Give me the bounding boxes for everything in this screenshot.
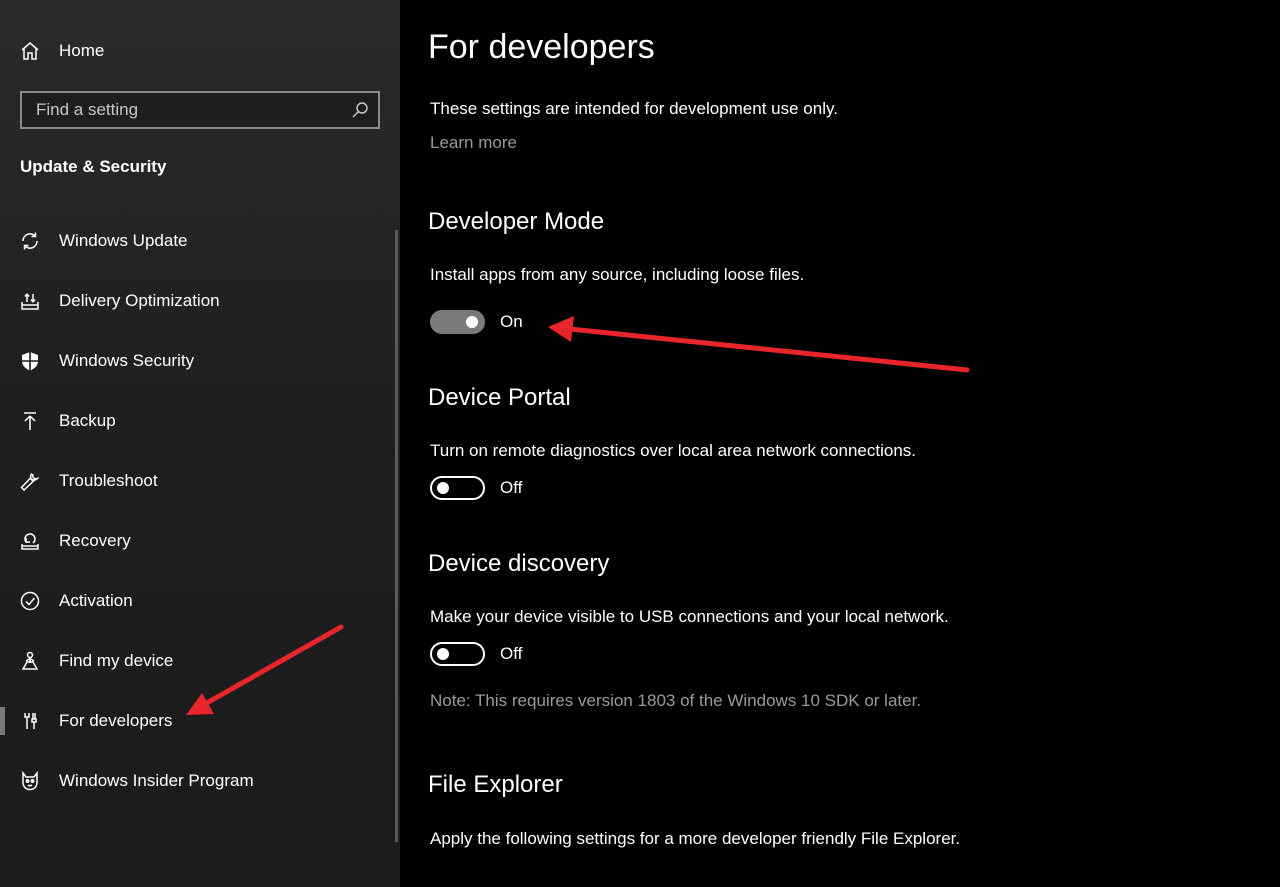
home-icon bbox=[19, 40, 41, 62]
device-portal-description: Turn on remote diagnostics over local ar… bbox=[430, 441, 917, 460]
recovery-icon bbox=[19, 530, 41, 552]
sidebar-item-label: Windows Update bbox=[59, 231, 188, 250]
sidebar-item-activation[interactable]: Activation bbox=[0, 576, 390, 626]
device-discovery-note: Note: This requires version 1803 of the … bbox=[430, 691, 922, 710]
device-discovery-toggle[interactable] bbox=[430, 642, 485, 666]
page-title: For developers bbox=[428, 28, 655, 66]
delivery-optimization-icon bbox=[19, 290, 41, 312]
insider-cat-icon bbox=[19, 770, 41, 792]
sidebar-item-label: Windows Insider Program bbox=[59, 771, 254, 790]
person-location-icon bbox=[19, 650, 41, 672]
toggle-knob bbox=[466, 316, 478, 328]
sidebar-item-windows-security[interactable]: Windows Security bbox=[0, 336, 390, 386]
sidebar-item-label: Windows Security bbox=[59, 351, 195, 370]
section-title: Update & Security bbox=[20, 157, 167, 176]
sync-icon bbox=[19, 230, 41, 252]
sidebar-item-for-developers[interactable]: For developers bbox=[0, 696, 390, 746]
sidebar-item-label: Find my device bbox=[59, 651, 174, 670]
backup-arrow-icon bbox=[19, 410, 41, 432]
device-discovery-heading: Device discovery bbox=[428, 550, 610, 577]
developer-tools-icon bbox=[19, 710, 41, 732]
developer-mode-heading: Developer Mode bbox=[428, 208, 605, 235]
sidebar-item-windows-update[interactable]: Windows Update bbox=[0, 216, 390, 266]
toggle-knob bbox=[437, 648, 449, 660]
developer-mode-description: Install apps from any source, including … bbox=[430, 265, 805, 284]
developer-mode-toggle[interactable] bbox=[430, 310, 485, 334]
device-portal-state: Off bbox=[500, 478, 523, 497]
developer-mode-toggle-row: On bbox=[430, 309, 523, 335]
sidebar-item-backup[interactable]: Backup bbox=[0, 396, 390, 446]
learn-more-link[interactable]: Learn more bbox=[430, 133, 517, 153]
device-portal-heading: Device Portal bbox=[428, 384, 571, 411]
device-portal-toggle[interactable] bbox=[430, 476, 485, 500]
search-input[interactable] bbox=[22, 93, 342, 127]
sidebar-item-label: Delivery Optimization bbox=[59, 291, 220, 310]
sidebar-item-recovery[interactable]: Recovery bbox=[0, 516, 390, 566]
sidebar-item-troubleshoot[interactable]: Troubleshoot bbox=[0, 456, 390, 506]
sidebar: Home Update & Security Windows Update bbox=[0, 0, 400, 887]
toggle-knob bbox=[437, 482, 449, 494]
device-discovery-toggle-row: Off bbox=[430, 641, 522, 667]
intro-text: These settings are intended for developm… bbox=[430, 99, 838, 118]
nav-home[interactable]: Home bbox=[0, 28, 390, 74]
device-discovery-state: Off bbox=[500, 644, 523, 663]
developer-mode-state: On bbox=[500, 312, 523, 331]
file-explorer-description: Apply the following settings for a more … bbox=[430, 829, 961, 848]
sidebar-item-delivery-optimization[interactable]: Delivery Optimization bbox=[0, 276, 390, 326]
nav-home-label: Home bbox=[59, 41, 105, 60]
file-explorer-heading: File Explorer bbox=[428, 771, 563, 798]
sidebar-item-label: Recovery bbox=[59, 531, 131, 550]
sidebar-item-label: Activation bbox=[59, 591, 133, 610]
device-portal-toggle-row: Off bbox=[430, 475, 522, 501]
selection-indicator bbox=[0, 707, 5, 735]
shield-icon bbox=[19, 350, 41, 372]
sidebar-item-find-my-device[interactable]: Find my device bbox=[0, 636, 390, 686]
device-discovery-description: Make your device visible to USB connecti… bbox=[430, 607, 949, 626]
main-content: For developers These settings are intend… bbox=[400, 0, 1280, 887]
sidebar-item-label: Backup bbox=[59, 411, 116, 430]
search-icon[interactable] bbox=[350, 100, 370, 120]
search-box bbox=[20, 91, 380, 129]
sidebar-scrollbar[interactable] bbox=[395, 230, 398, 842]
wrench-icon bbox=[19, 470, 41, 492]
sidebar-item-label: For developers bbox=[59, 711, 173, 730]
sidebar-item-label: Troubleshoot bbox=[59, 471, 158, 490]
sidebar-item-windows-insider[interactable]: Windows Insider Program bbox=[0, 756, 390, 806]
check-circle-icon bbox=[19, 590, 41, 612]
